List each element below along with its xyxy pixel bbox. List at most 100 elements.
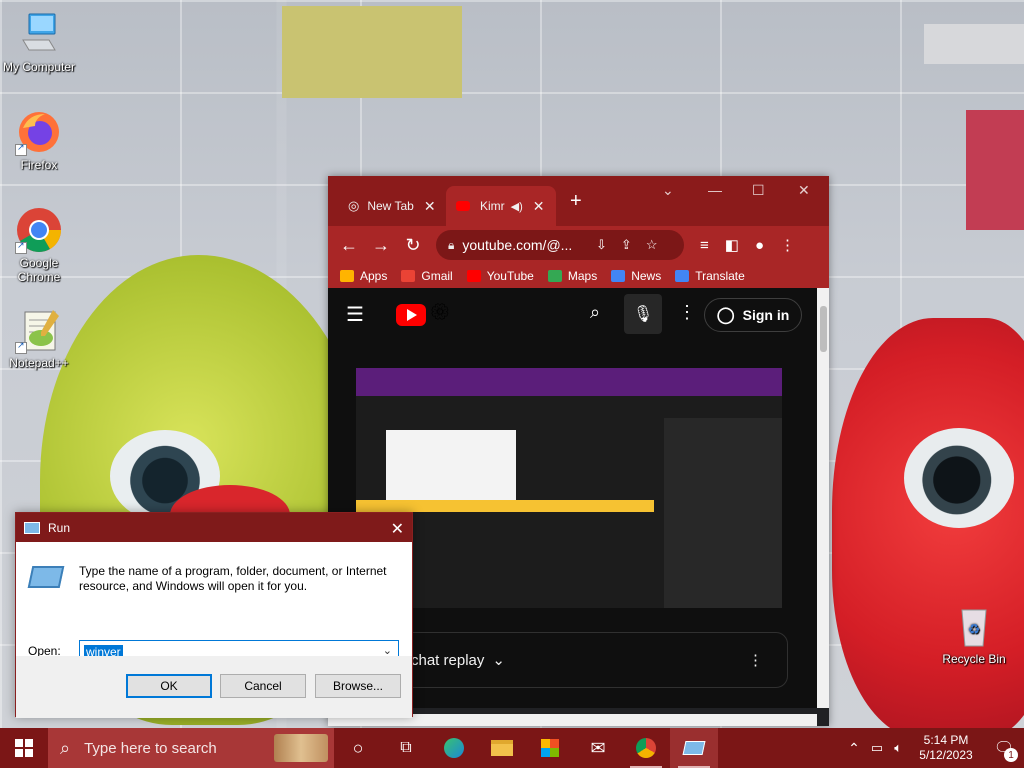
taskbar-mail[interactable]: ✉ xyxy=(574,728,622,768)
desktop-icon-recycle-bin[interactable]: ♻ Recycle Bin xyxy=(936,602,1012,666)
youtube-logo[interactable] xyxy=(396,304,426,326)
desktop-icon-label: My Computer xyxy=(2,60,76,74)
task-view-button[interactable]: ⧉ xyxy=(382,728,430,768)
bookmark-apps[interactable]: Apps xyxy=(340,269,387,283)
more-options-icon[interactable]: ⋮ xyxy=(678,302,696,323)
cancel-button[interactable]: Cancel xyxy=(220,674,306,698)
wallpaper-red-tile xyxy=(966,110,1024,230)
taskbar-edge[interactable] xyxy=(430,728,478,768)
desktop-icon-label: Firefox xyxy=(20,158,58,172)
bookmark-star-icon[interactable]: ☆ xyxy=(646,237,658,253)
taskbar-search-box[interactable]: ⌕ Type here to search xyxy=(48,728,334,768)
run-dialog-titlebar[interactable]: Run ✕ xyxy=(16,513,412,542)
hamburger-menu-icon[interactable]: ☰ xyxy=(346,302,364,327)
video-player[interactable] xyxy=(356,368,782,608)
search-highlight-image xyxy=(274,734,328,762)
clock[interactable]: 5:14 PM 5/12/2023 xyxy=(908,733,984,763)
address-text: youtube.com/@... xyxy=(462,237,573,253)
close-window-button[interactable]: ✕ xyxy=(798,182,810,199)
tab-youtube[interactable]: Kimr ◀) ✕ xyxy=(446,186,556,226)
run-dialog-title: Run xyxy=(48,520,71,535)
svg-text:♻: ♻ xyxy=(968,621,981,637)
share-icon[interactable]: ⇪ xyxy=(621,237,632,253)
taskbar-chrome[interactable] xyxy=(622,728,670,768)
chat-replay-label: chat replay xyxy=(411,651,485,669)
bookmark-label: News xyxy=(631,269,662,283)
tab-strip: ◎ New Tab ✕ Kimr ◀) ✕ + ⌄ — ☐ ✕ xyxy=(328,176,829,226)
reload-button[interactable]: ↻ xyxy=(402,235,424,256)
translate-icon xyxy=(675,270,690,282)
search-icon[interactable]: ⌕ xyxy=(590,302,600,323)
maps-icon xyxy=(547,270,562,282)
side-panel-icon[interactable]: ◧ xyxy=(725,236,739,254)
sign-in-button[interactable]: ◯ Sign in xyxy=(704,298,802,332)
account-icon: ◯ xyxy=(716,307,735,324)
minimize-button[interactable]: — xyxy=(708,182,722,198)
chrome-icon xyxy=(15,206,63,254)
tab-label: New Tab xyxy=(367,199,414,213)
network-icon[interactable]: ▭ xyxy=(866,740,888,756)
chat-replay-panel[interactable]: chat replay ⌄ ⋮ xyxy=(388,632,788,688)
install-icon[interactable]: ⇩ xyxy=(596,237,607,253)
browser-toolbar: ← → ↻ 🔒︎ youtube.com/@... ⇩ ⇪ ☆ ≡ ◧ ● ⋮ xyxy=(328,226,829,264)
profile-icon[interactable]: ● xyxy=(755,237,764,254)
taskbar-run[interactable] xyxy=(670,728,718,768)
back-button[interactable]: ← xyxy=(338,235,360,256)
bookmark-maps[interactable]: Maps xyxy=(547,269,597,283)
clock-date: 5/12/2023 xyxy=(919,748,973,762)
maximize-button[interactable]: ☐ xyxy=(752,182,765,199)
close-icon[interactable]: ✕ xyxy=(391,519,404,539)
volume-icon[interactable]: 🔈︎ xyxy=(888,740,908,756)
taskbar-file-explorer[interactable] xyxy=(478,728,526,768)
video-frame-chat-panel xyxy=(664,418,782,608)
tab-new-tab[interactable]: ◎ New Tab ✕ xyxy=(338,186,448,226)
forward-button[interactable]: → xyxy=(370,235,392,256)
gmail-icon xyxy=(401,270,416,282)
more-menu-icon[interactable]: ⋮ xyxy=(780,236,795,254)
youtube-icon xyxy=(456,201,470,211)
ok-button[interactable]: OK xyxy=(126,674,212,698)
browse-button[interactable]: Browse... xyxy=(315,674,401,698)
desktop-icon-google-chrome[interactable]: Google Chrome xyxy=(1,206,77,284)
bookmark-gmail[interactable]: Gmail xyxy=(401,269,453,283)
circle-icon: ○ xyxy=(352,737,364,758)
cortana-button[interactable]: ○ xyxy=(334,728,382,768)
desktop-icon-my-computer[interactable]: My Computer xyxy=(1,10,77,74)
desktop-icon-label: Google Chrome xyxy=(17,256,61,284)
wallpaper-red-plush xyxy=(832,318,1024,728)
taskbar-store[interactable] xyxy=(526,728,574,768)
more-options-icon[interactable]: ⋮ xyxy=(748,651,763,669)
notepad-plus-plus-icon xyxy=(15,306,63,354)
video-frame-studio xyxy=(356,396,782,608)
bookmark-label: Apps xyxy=(360,269,388,283)
new-tab-button[interactable]: + xyxy=(570,190,582,213)
speaker-icon[interactable]: ◀) xyxy=(511,200,523,213)
search-placeholder: Type here to search xyxy=(84,739,217,757)
close-tab-icon[interactable]: ✕ xyxy=(424,198,436,215)
media-control-icon[interactable]: ≡ xyxy=(700,237,709,254)
video-frame-browser-chrome xyxy=(356,368,782,396)
bookmark-label: Gmail xyxy=(421,269,453,283)
toolbar-actions: ≡ ◧ ● ⋮ xyxy=(700,226,795,264)
chrome-icon: ◎ xyxy=(348,198,360,213)
notification-center-button[interactable]: 🗨︎ 1 xyxy=(984,728,1024,768)
bookmark-youtube[interactable]: YouTube xyxy=(466,269,534,283)
vertical-scrollbar[interactable] xyxy=(817,288,829,708)
bookmarks-bar: Apps Gmail YouTube Maps News Translate xyxy=(328,264,829,288)
windows-logo-icon xyxy=(15,739,33,757)
video-frame-warning-bar xyxy=(356,500,654,512)
wallpaper-yellow-tile xyxy=(282,6,462,98)
bookmark-translate[interactable]: Translate xyxy=(675,269,745,283)
chevron-down-icon[interactable]: ⌄ xyxy=(662,182,674,199)
run-app-icon xyxy=(682,741,706,755)
taskbar: ⌕ Type here to search ○ ⧉ ✉ ⌃ ▭ 🔈︎ 5:14 … xyxy=(0,728,1024,768)
bookmark-news[interactable]: News xyxy=(611,269,661,283)
desktop-icon-firefox[interactable]: Firefox xyxy=(1,108,77,172)
notification-badge: 1 xyxy=(1004,748,1018,762)
close-tab-icon[interactable]: ✕ xyxy=(533,198,545,215)
chevron-up-icon[interactable]: ⌃ xyxy=(842,740,866,757)
start-button[interactable] xyxy=(0,728,48,768)
desktop-icon-notepad-plus-plus[interactable]: Notepad++ xyxy=(1,306,77,370)
lock-icon: 🔒︎ xyxy=(448,237,455,252)
microphone-icon[interactable]: 🎙︎ xyxy=(624,294,662,334)
